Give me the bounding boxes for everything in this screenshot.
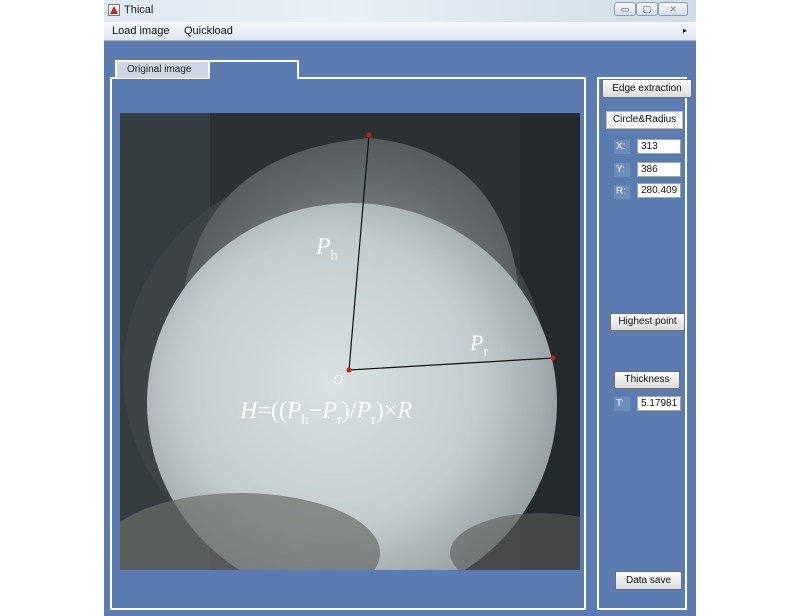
y-label: Y: xyxy=(614,163,630,177)
circle-radius-label: Circle&Radius xyxy=(606,111,683,129)
highest-point-button[interactable]: Highest point xyxy=(610,313,685,331)
menu-quickload[interactable]: Quickload xyxy=(184,25,233,37)
sample-photo-graphic xyxy=(120,113,580,570)
t-label: T: xyxy=(614,397,630,411)
tab-original-image[interactable]: Original image xyxy=(115,60,210,78)
menu-load-image[interactable]: Load image xyxy=(112,25,170,37)
x-value-field[interactable]: 313 xyxy=(637,139,681,154)
menu-overflow-icon[interactable]: ▸ xyxy=(683,26,687,35)
maximize-button[interactable]: ▢ xyxy=(636,2,658,16)
x-label: X: xyxy=(614,140,630,154)
tab-second[interactable] xyxy=(208,60,299,79)
label-pr: Pr xyxy=(470,330,488,359)
thickness-formula: H=((Ph−Pr)/Pr)×R xyxy=(240,398,413,428)
window-title: Thical xyxy=(124,4,154,16)
close-button[interactable]: ✕ xyxy=(658,2,688,16)
r-label: R: xyxy=(614,185,630,199)
title-bar[interactable] xyxy=(104,0,696,22)
r-value-field[interactable]: 280.409 xyxy=(637,183,681,198)
edge-extraction-button[interactable]: Edge extraction xyxy=(602,79,692,98)
app-icon xyxy=(108,4,120,16)
thickness-button[interactable]: Thickness xyxy=(614,371,680,389)
label-ph: Ph xyxy=(316,234,338,264)
sample-photo xyxy=(120,113,580,570)
controls-panel xyxy=(597,77,687,610)
minimize-button[interactable]: ▭ xyxy=(614,2,636,16)
label-origin: O xyxy=(333,373,344,388)
y-value-field[interactable]: 386 xyxy=(637,162,681,177)
t-value-field[interactable]: 5.17981 xyxy=(637,396,681,411)
data-save-button[interactable]: Data save xyxy=(615,571,682,590)
